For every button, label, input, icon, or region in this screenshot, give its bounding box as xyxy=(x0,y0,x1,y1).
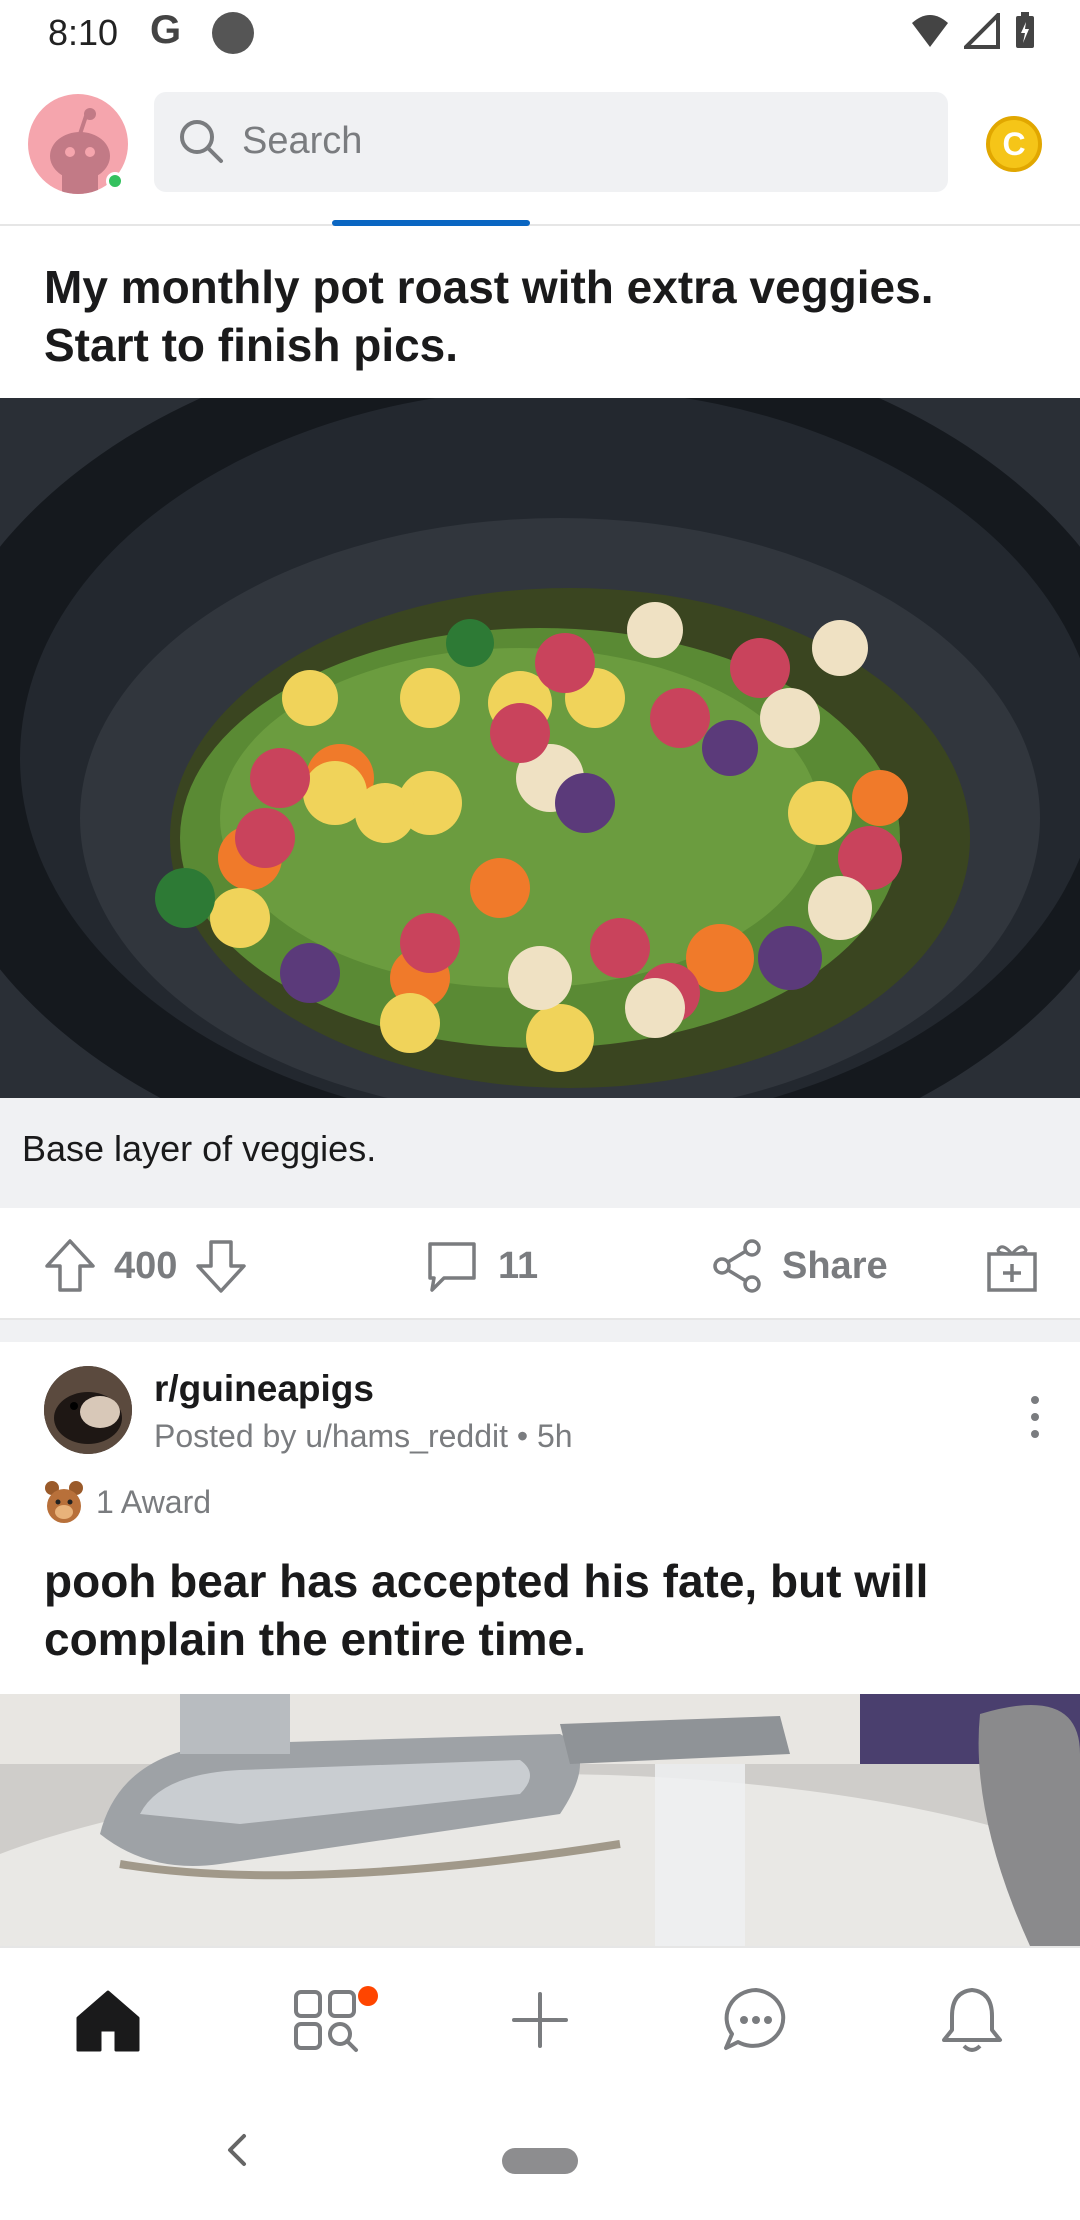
home-gesture-pill[interactable] xyxy=(502,2148,578,2174)
home-icon[interactable] xyxy=(72,1984,144,2056)
chat-icon[interactable] xyxy=(720,1984,792,2056)
post-separator xyxy=(0,1320,1080,1342)
guinea-pig-avatar-icon xyxy=(44,1366,132,1454)
comment-count: 11 xyxy=(498,1244,539,1287)
image-caption: Base layer of veggies. xyxy=(22,1128,377,1169)
google-icon: G xyxy=(150,8,182,52)
battery-icon xyxy=(1016,12,1034,48)
vote-group: 400 xyxy=(44,1238,247,1294)
signal-icon xyxy=(964,13,1000,49)
downvote-icon[interactable] xyxy=(195,1238,247,1294)
award-button[interactable] xyxy=(984,1238,1040,1294)
post-title-2[interactable]: pooh bear has accepted his fate, but wil… xyxy=(44,1552,1044,1668)
bear-award-icon xyxy=(45,1481,83,1523)
back-chevron-icon[interactable] xyxy=(222,2130,252,2170)
share-button[interactable]: Share xyxy=(710,1238,888,1294)
post-title[interactable]: My monthly pot roast with extra veggies.… xyxy=(44,258,1044,374)
upvote-count: 400 xyxy=(114,1244,178,1287)
share-label: Share xyxy=(782,1244,888,1287)
wifi-icon xyxy=(912,15,948,47)
post-image-pot-roast[interactable] xyxy=(0,398,1080,1098)
status-bar: 8:10 G xyxy=(0,0,1080,66)
create-post-icon[interactable] xyxy=(504,1984,576,2056)
coins-icon[interactable]: C xyxy=(986,116,1042,172)
communities-notification-dot xyxy=(358,1986,378,2006)
search-placeholder: Search xyxy=(242,120,363,162)
post-action-bar: 400 11 Share xyxy=(0,1208,1080,1320)
online-status-dot xyxy=(106,172,124,190)
award-badge[interactable]: 1 Award xyxy=(44,1480,211,1524)
status-time: 8:10 xyxy=(48,12,119,53)
bottom-navigation xyxy=(0,1946,1080,2084)
app-notification-icon xyxy=(212,12,254,54)
communities-icon[interactable] xyxy=(290,1984,362,2056)
search-icon xyxy=(180,120,223,163)
gift-icon xyxy=(987,1245,1037,1292)
active-tab-indicator xyxy=(332,220,530,226)
share-icon xyxy=(713,1239,761,1293)
slow-cooker-veggies-image xyxy=(0,398,1080,1098)
faucet-image xyxy=(0,1694,1080,1946)
award-label: 1 Award xyxy=(96,1483,212,1520)
subreddit-name[interactable]: r/guineapigs xyxy=(154,1368,374,1410)
comment-icon xyxy=(428,1242,476,1292)
post-meta: Posted by u/hams_reddit • 5h xyxy=(154,1418,573,1454)
subreddit-avatar[interactable] xyxy=(44,1366,132,1454)
upvote-icon[interactable] xyxy=(44,1238,96,1294)
top-header: Search C xyxy=(0,66,1080,226)
system-navigation-bar xyxy=(0,2084,1080,2220)
notifications-bell-icon[interactable] xyxy=(936,1984,1008,2056)
image-caption-bar: Base layer of veggies. xyxy=(0,1098,1080,1208)
search-bar[interactable]: Search xyxy=(154,92,948,192)
status-icons xyxy=(910,12,1036,50)
post-image-faucet[interactable] xyxy=(0,1694,1080,1946)
more-options-icon[interactable] xyxy=(1020,1392,1050,1442)
comments-button[interactable]: 11 xyxy=(424,1238,538,1294)
